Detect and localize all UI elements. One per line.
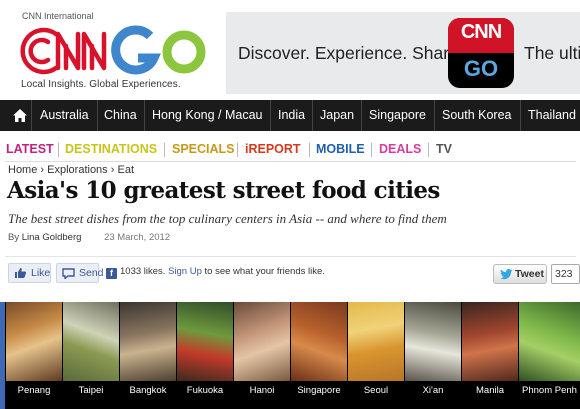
channel-specials[interactable]: SPECIALS: [172, 142, 235, 156]
cnngo-logo[interactable]: [20, 22, 210, 80]
city-caption[interactable]: Bangkok: [120, 382, 176, 400]
tagline: Local Insights. Global Experiences.: [21, 79, 181, 90]
thumbs-up-icon: [15, 268, 27, 278]
nav-item-hong-kong-macau[interactable]: Hong Kong / Macau: [152, 100, 263, 131]
like-label: Like: [31, 267, 51, 279]
publish-date: 23 March, 2012: [104, 232, 171, 243]
channel-nav: LATEST DESTINATIONS SPECIALS iREPORT MOB…: [0, 139, 580, 161]
nav-item-australia[interactable]: Australia: [40, 100, 89, 131]
cnngo-app-icon: CNN GO: [448, 18, 514, 88]
city-caption[interactable]: Singapore: [291, 382, 347, 400]
breadcrumb-explorations[interactable]: Explorations: [47, 164, 108, 176]
nav-divider: [31, 100, 32, 131]
breadcrumb-separator: ›: [40, 164, 45, 176]
channel-divider: [428, 143, 429, 157]
signup-suffix: to see what your friends like.: [204, 266, 325, 277]
city-photo-phnom-penh[interactable]: [519, 302, 580, 381]
facebook-icon: f: [106, 268, 117, 279]
nav-divider: [520, 100, 521, 131]
nav-item-thailand[interactable]: Thailand: [528, 100, 576, 131]
city-caption[interactable]: Manila: [462, 382, 518, 400]
facebook-like-count: f 1033 likes. Sign Up to see what your fr…: [106, 266, 325, 279]
breadcrumb-separator: ›: [110, 164, 115, 176]
city-caption[interactable]: Fukuoka: [177, 382, 233, 400]
city-photo-penang[interactable]: [6, 302, 62, 381]
signup-link[interactable]: Sign Up: [168, 266, 202, 277]
city-caption[interactable]: Hanoi: [234, 382, 290, 400]
divider: [5, 161, 576, 162]
byline: By Lina Goldberg 23 March, 2012: [8, 232, 170, 243]
channel-divider: [371, 143, 372, 157]
tweet-label: Tweet: [515, 268, 544, 280]
city-caption[interactable]: Seoul: [348, 382, 404, 400]
nav-divider: [144, 100, 145, 131]
channel-tv[interactable]: TV: [436, 142, 452, 156]
app-icon-top-label: CNN: [460, 21, 502, 43]
city-photo-bangkok[interactable]: [120, 302, 176, 381]
facebook-send-button[interactable]: Send: [56, 263, 104, 283]
country-nav: Australia China Hong Kong / Macau India …: [0, 100, 580, 131]
nav-item-japan[interactable]: Japan: [320, 100, 354, 131]
channel-divider: [309, 143, 310, 157]
channel-latest[interactable]: LATEST: [6, 142, 54, 156]
nav-item-singapore[interactable]: Singapore: [369, 100, 426, 131]
city-photo-fukuoka[interactable]: [177, 302, 233, 381]
channel-divider: [58, 143, 59, 157]
nav-divider: [361, 100, 362, 131]
byline-prefix: By: [8, 232, 20, 243]
channel-divider: [164, 143, 165, 157]
city-photo-strip: Penang Taipei Bangkok Fukuoka Hanoi Sing…: [5, 302, 580, 409]
city-caption[interactable]: Taipei: [63, 382, 119, 400]
nav-item-china[interactable]: China: [104, 100, 137, 131]
divider: [5, 256, 576, 257]
app-icon-bottom-label: GO: [463, 56, 499, 81]
city-caption[interactable]: Penang: [6, 382, 62, 400]
breadcrumb-eat[interactable]: Eat: [117, 164, 134, 176]
channel-deals[interactable]: DEALS: [379, 142, 421, 156]
city-photo-seoul[interactable]: [348, 302, 404, 381]
like-count-text: 1033 likes.: [120, 266, 166, 277]
article-headline: Asia's 10 greatest street food cities: [7, 177, 440, 204]
home-icon[interactable]: [12, 108, 28, 123]
breadcrumb: Home › Explorations › Eat: [8, 164, 134, 176]
city-caption[interactable]: Phnom Penh: [519, 382, 580, 400]
send-label: Send: [79, 267, 104, 279]
city-photo-manila[interactable]: [462, 302, 518, 381]
ad-banner[interactable]: Discover. Experience. Share. CNN GO The …: [226, 12, 580, 94]
banner-text: Discover. Experience. Share.: [238, 43, 464, 63]
city-photo-taipei[interactable]: [63, 302, 119, 381]
send-icon: [62, 268, 75, 279]
city-caption[interactable]: Xi'an: [405, 382, 461, 400]
nav-item-south-korea[interactable]: South Korea: [442, 100, 512, 131]
nav-divider: [434, 100, 435, 131]
nav-divider: [270, 100, 271, 131]
channel-divider: [237, 143, 238, 157]
nav-divider: [97, 100, 98, 131]
breadcrumb-home[interactable]: Home: [8, 164, 37, 176]
twitter-bird-icon: [500, 269, 513, 280]
tweet-count: 323: [551, 264, 580, 284]
channel-mobile[interactable]: MOBILE: [316, 142, 365, 156]
author-link[interactable]: Lina Goldberg: [22, 232, 82, 243]
nav-divider: [312, 100, 313, 131]
brand-small: CNN International: [22, 11, 94, 21]
banner-text-truncated: The ultim: [524, 43, 580, 63]
site-header: CNN International Local Insights. Global…: [0, 0, 580, 100]
channel-destinations[interactable]: DESTINATIONS: [65, 142, 157, 156]
facebook-like-button[interactable]: Like: [8, 263, 51, 283]
tweet-button[interactable]: Tweet: [493, 264, 547, 284]
nav-item-india[interactable]: India: [278, 100, 305, 131]
channel-ireport[interactable]: iREPORT: [245, 142, 301, 156]
city-photo-hanoi[interactable]: [234, 302, 290, 381]
city-photo-xian[interactable]: [405, 302, 461, 381]
city-photo-singapore[interactable]: [291, 302, 347, 381]
article-subhead: The best street dishes from the top culi…: [8, 211, 447, 226]
